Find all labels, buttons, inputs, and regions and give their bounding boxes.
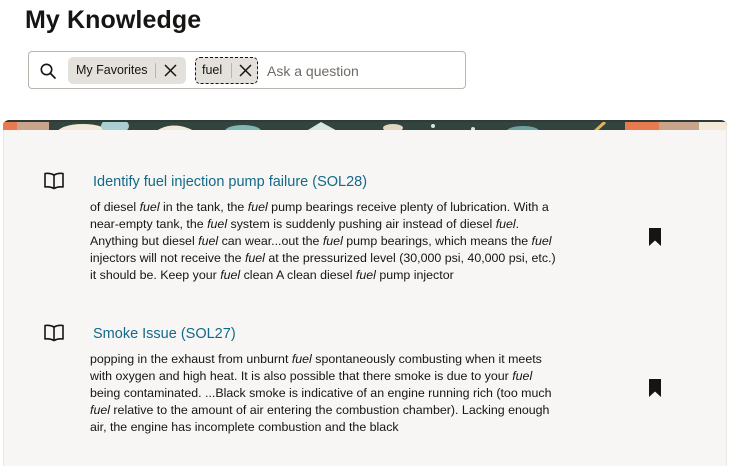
close-icon[interactable] — [238, 63, 253, 78]
highlighted-term: fuel — [512, 369, 533, 384]
chip-label: My Favorites — [76, 63, 148, 77]
chip-divider — [231, 63, 232, 78]
book-open-icon — [44, 172, 64, 190]
highlighted-term: fuel — [355, 268, 376, 283]
highlighted-term: fuel — [139, 200, 160, 214]
snippet-text: of diesel — [90, 200, 140, 214]
search-input[interactable] — [267, 57, 457, 84]
snippet-text: clean A clean diesel — [240, 268, 356, 283]
filter-chip-fuel[interactable]: fuel — [195, 57, 258, 84]
result-snippet: popping in the exhaust from unburnt fuel… — [90, 351, 560, 436]
highlighted-term: fuel — [244, 251, 265, 266]
snippet-text: relative to the amount of air entering t… — [90, 403, 550, 435]
highlighted-term: fuel — [207, 217, 228, 232]
chip-label: fuel — [202, 63, 223, 77]
highlighted-term: fuel — [220, 268, 241, 283]
highlighted-term: fuel — [198, 234, 219, 249]
close-icon[interactable] — [163, 63, 178, 78]
highlighted-term: fuel — [531, 234, 552, 249]
highlighted-term: fuel — [247, 200, 268, 214]
bookmark-filled-icon[interactable] — [648, 227, 662, 247]
highlighted-term: fuel — [495, 217, 516, 232]
highlighted-term: fuel — [90, 403, 110, 418]
highlighted-term: fuel — [322, 234, 343, 249]
snippet-text: system is suddenly pushing air instead o… — [227, 217, 496, 232]
snippet-text: being contaminated. ...Black smoke is in… — [90, 386, 552, 401]
chip-divider — [155, 63, 156, 78]
snippet-text: pump bearings, which means the — [342, 234, 532, 249]
page-title: My Knowledge — [25, 6, 202, 34]
snippet-text: can wear...out the — [218, 234, 323, 249]
result-snippet: of diesel fuel in the tank, the fuel pum… — [90, 199, 560, 284]
result-title-link[interactable]: Smoke Issue (SOL27) — [93, 326, 236, 342]
snippet-text: injectors will not receive the — [90, 251, 245, 266]
snippet-text: popping in the exhaust from unburnt — [90, 352, 292, 366]
highlighted-term: fuel — [291, 352, 312, 366]
filter-chip-my-favorites: My Favorites — [68, 57, 186, 84]
result-title-link[interactable]: Identify fuel injection pump failure (SO… — [93, 174, 367, 190]
bookmark-filled-icon[interactable] — [648, 378, 662, 398]
search-bar[interactable]: My Favorites fuel — [28, 51, 466, 89]
snippet-text: in the tank, the — [159, 200, 248, 214]
book-open-icon — [44, 324, 64, 342]
search-icon — [40, 63, 56, 79]
snippet-text: pump injector — [375, 268, 454, 283]
